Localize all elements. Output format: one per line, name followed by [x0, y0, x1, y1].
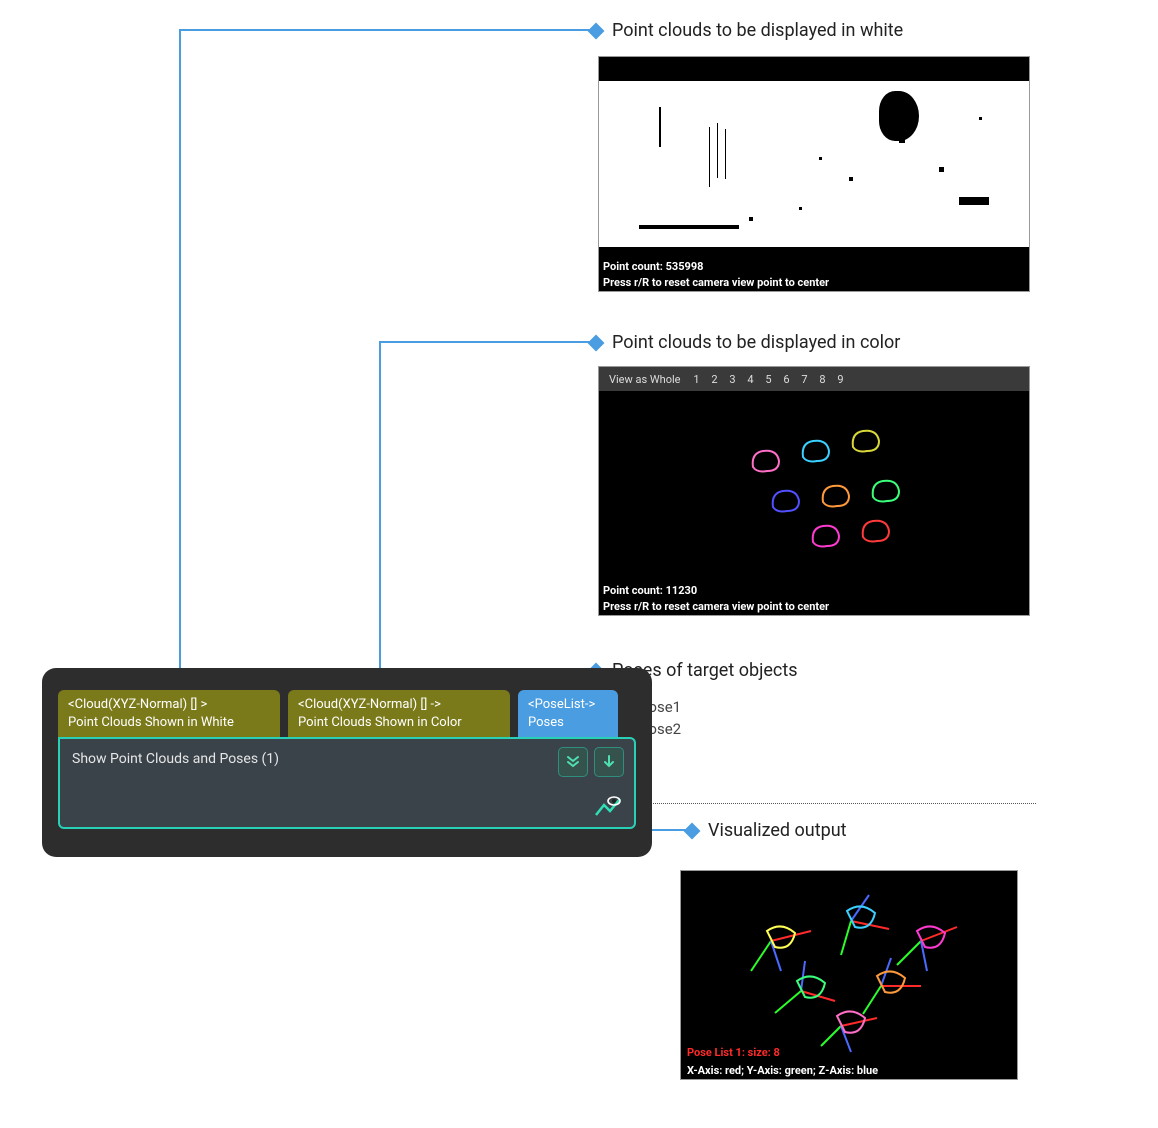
- topbar-number[interactable]: 4: [743, 373, 759, 386]
- reset-hint-label: Press r/R to reset camera view point to …: [603, 276, 829, 289]
- tab-name-line: Point Clouds Shown in Color: [298, 714, 500, 732]
- topbar-number[interactable]: 1: [689, 373, 705, 386]
- node-title: Show Point Clouds and Poses (1): [72, 751, 622, 767]
- callout-color-label: Point clouds to be displayed in color: [612, 332, 900, 353]
- tab-name-line: Poses: [528, 714, 608, 732]
- tab-type-line: <Cloud(XYZ-Normal) [] >: [68, 696, 270, 714]
- callout-white: Point clouds to be displayed in white: [590, 20, 903, 41]
- node-input-tabs: <Cloud(XYZ-Normal) [] > Point Clouds Sho…: [58, 690, 636, 737]
- cluster-shape-icon: [749, 447, 783, 475]
- topbar-number[interactable]: 7: [797, 373, 813, 386]
- cluster-shape-icon: [819, 482, 853, 510]
- preview-white-point-cloud: Point count: 535998 Press r/R to reset c…: [598, 56, 1030, 292]
- diamond-icon: [588, 22, 605, 39]
- tab-type-line: <Cloud(XYZ-Normal) [] ->: [298, 696, 500, 714]
- diamond-icon: [588, 334, 605, 351]
- tab-type-line: <PoseList->: [528, 696, 608, 714]
- tab-point-clouds-white[interactable]: <Cloud(XYZ-Normal) [] > Point Clouds Sho…: [58, 690, 280, 737]
- topbar-number[interactable]: 2: [707, 373, 723, 386]
- tab-point-clouds-color[interactable]: <Cloud(XYZ-Normal) [] -> Point Clouds Sh…: [288, 690, 510, 737]
- topbar-number[interactable]: 9: [833, 373, 849, 386]
- callout-color: Point clouds to be displayed in color: [590, 332, 900, 353]
- cluster-shape-icon: [799, 437, 833, 465]
- callout-white-label: Point clouds to be displayed in white: [612, 20, 903, 41]
- axis-legend-label: X-Axis: red; Y-Axis: green; Z-Axis: blue: [687, 1064, 878, 1077]
- reset-hint-label: Press r/R to reset camera view point to …: [603, 600, 829, 613]
- tab-name-line: Point Clouds Shown in White: [68, 714, 270, 732]
- point-count-label: Point count: 535998: [603, 260, 703, 273]
- cluster-shape-icon: [849, 427, 883, 455]
- cluster-shape-icon: [869, 477, 903, 505]
- thumb2-topbar: View as Whole 1 2 3 4 5 6 7 8 9: [599, 367, 1029, 391]
- separator: [596, 803, 1036, 804]
- collapse-button[interactable]: [558, 747, 588, 777]
- node-panel: <Cloud(XYZ-Normal) [] > Point Clouds Sho…: [42, 668, 652, 857]
- tab-poses[interactable]: <PoseList-> Poses: [518, 690, 618, 737]
- callout-output-label: Visualized output: [708, 820, 847, 841]
- cluster-shape-icon: [859, 517, 893, 545]
- topbar-number[interactable]: 5: [761, 373, 777, 386]
- diamond-icon: [684, 822, 701, 839]
- visualize-output-icon[interactable]: [594, 795, 622, 819]
- download-button[interactable]: [594, 747, 624, 777]
- pose-list-size-label: Pose List 1: size: 8: [687, 1046, 780, 1059]
- arrow-down-icon: [601, 754, 617, 770]
- preview-color-point-cloud: View as Whole 1 2 3 4 5 6 7 8 9 Point co…: [598, 366, 1030, 616]
- cluster-shape-icon: [809, 522, 843, 550]
- topbar-number[interactable]: 3: [725, 373, 741, 386]
- view-as-whole-label[interactable]: View as Whole: [603, 373, 687, 386]
- double-chevron-down-icon: [565, 754, 581, 770]
- callout-output: Visualized output: [686, 820, 847, 841]
- topbar-number[interactable]: 6: [779, 373, 795, 386]
- preview-visualized-output: Pose List 1: size: 8 X-Axis: red; Y-Axis…: [680, 870, 1018, 1080]
- node-body[interactable]: Show Point Clouds and Poses (1): [58, 737, 636, 829]
- cluster-shape-icon: [769, 487, 803, 515]
- point-count-label: Point count: 11230: [603, 584, 697, 597]
- topbar-number[interactable]: 8: [815, 373, 831, 386]
